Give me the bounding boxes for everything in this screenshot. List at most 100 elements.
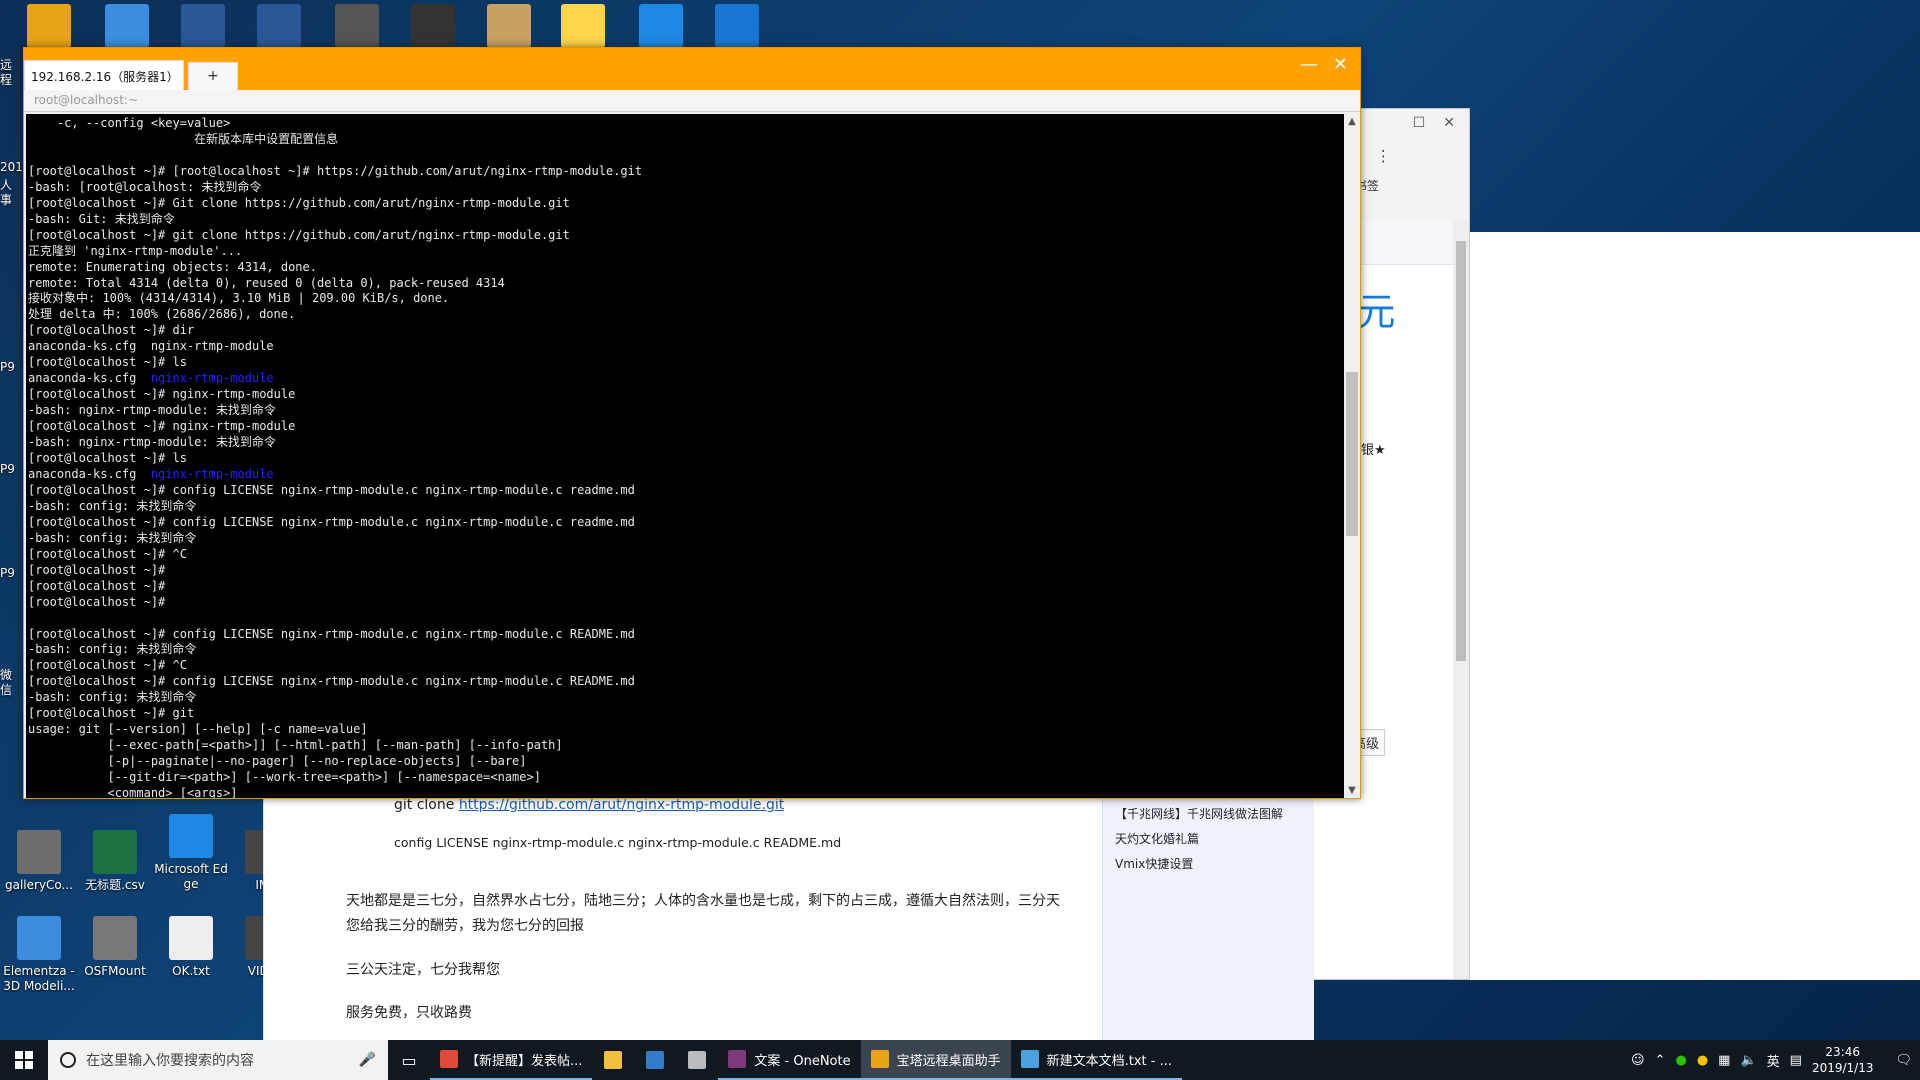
taskbar-app-label: 文案 - OneNote — [754, 1053, 851, 1069]
network-icon[interactable]: ▦ — [1718, 1053, 1730, 1068]
scrollbar-thumb[interactable] — [1456, 241, 1466, 661]
terminal-line: -bash: Git: 未找到命令 — [28, 211, 175, 226]
sidebar-link[interactable]: 天灼文化婚礼篇 — [1115, 830, 1302, 847]
terminal-line: -c, --config <key=value> — [28, 116, 231, 130]
desktop-side-label: P9 — [0, 462, 15, 476]
desktop-icon[interactable]: 无标题.csv — [76, 830, 154, 893]
desktop-icon[interactable] — [10, 4, 88, 52]
app-icon — [17, 830, 61, 874]
terminal-scrollbar[interactable]: ▲ ▼ — [1344, 114, 1360, 798]
menu-icon[interactable]: ⋮ — [1376, 147, 1391, 169]
app-tray-icon[interactable]: ● — [1697, 1053, 1708, 1068]
terminal-line: [root@localhost ~]# ls — [28, 451, 187, 466]
taskbar-app[interactable]: 文案 - OneNote — [718, 1040, 861, 1080]
desktop-icon[interactable]: galleryCo... — [0, 830, 78, 893]
desktop-icon[interactable]: Elementza - 3D Modeli... — [0, 916, 78, 994]
add-tab-button[interactable]: + — [188, 62, 238, 90]
desktop-icon[interactable] — [698, 4, 776, 52]
show-hidden-icons-icon[interactable]: ⌃ — [1655, 1053, 1666, 1068]
volume-icon[interactable]: 🔈 — [1740, 1053, 1756, 1068]
doc-paragraph-1b: 您给我三分的酬劳，我为您七分的回报 — [346, 918, 584, 934]
desktop-icon-label: Elementza - 3D Modeli... — [3, 964, 75, 993]
sidebar-link[interactable]: 【千兆网线】千兆网线做法图解 — [1115, 805, 1302, 822]
sidebar-link[interactable]: Vmix快捷设置 — [1115, 855, 1302, 872]
app-icon — [604, 1051, 623, 1069]
terminal-line: remote: Enumerating objects: 4314, done. — [28, 259, 317, 274]
desktop-icon-label: OSFMount — [84, 964, 146, 978]
desktop-icon[interactable] — [470, 4, 548, 52]
desktop-icon[interactable] — [318, 4, 396, 52]
calendar-icon[interactable]: ▤ — [1790, 1053, 1802, 1068]
taskbar-app[interactable]: 【新提醒】发表帖... — [430, 1040, 593, 1080]
terminal-scroll-thumb[interactable] — [1346, 372, 1358, 536]
close-icon[interactable]: ✕ — [1443, 115, 1455, 135]
app-icon — [411, 4, 455, 48]
terminal-line: [root@localhost ~]# nginx-rtmp-module — [28, 387, 296, 402]
terminal-line: [root@localhost ~]# nginx-rtmp-module — [28, 419, 296, 434]
maximize-icon[interactable]: ☐ — [1413, 115, 1426, 135]
app-icon — [17, 916, 61, 960]
terminal-titlebar: 192.168.2.16（服务器1） + — ✕ — [24, 48, 1360, 90]
desktop-icon[interactable] — [88, 4, 166, 52]
taskbar: 在这里输入你要搜索的内容 🎤 ▭ 【新提醒】发表帖... 文案 - OneNote… — [0, 1040, 1920, 1080]
taskbar-app[interactable] — [676, 1040, 718, 1080]
app-icon — [870, 1050, 889, 1068]
clock[interactable]: 23:46 2019/1/13 — [1812, 1044, 1874, 1076]
terminal-line: [--git-dir=<path>] [--work-tree=<path>] … — [28, 770, 541, 785]
terminal-line: 处理 delta 中: 100% (2686/2686), done. — [28, 307, 296, 322]
desktop-icon-label: 无标题.csv — [85, 878, 145, 892]
task-view-icon[interactable]: ▭ — [388, 1040, 430, 1080]
desktop-icon[interactable] — [164, 4, 242, 52]
doc-paragraph-2: 三公天注定，七分我帮您 — [346, 962, 500, 978]
desktop-icon[interactable]: OSFMount — [76, 916, 154, 979]
document-content: git clone https://github.com/arut/nginx-… — [264, 795, 1102, 1040]
terminal-line: -bash: config: 未找到命令 — [28, 642, 197, 657]
terminal-line: anaconda-ks.cfg nginx-rtmp-module — [28, 339, 274, 354]
start-button[interactable] — [0, 1040, 48, 1080]
desktop-side-label: 远程 — [0, 58, 13, 87]
terminal-line: -bash: [root@localhost: 未找到命令 — [28, 179, 262, 194]
remote-terminal-window[interactable]: 192.168.2.16（服务器1） + — ✕ root@localhost:… — [23, 47, 1361, 799]
browser-scrollbar[interactable] — [1453, 221, 1469, 979]
close-button[interactable]: ✕ — [1333, 54, 1348, 75]
taskbar-app-label: 【新提醒】发表帖... — [466, 1053, 583, 1069]
terminal-line: [root@localhost ~]# Git clone https://gi… — [28, 195, 570, 210]
desktop-icon[interactable] — [240, 4, 318, 52]
directory-name: nginx-rtmp-module — [150, 371, 274, 386]
app-icon — [688, 1051, 707, 1069]
desktop-icon[interactable] — [544, 4, 622, 52]
app-icon — [646, 1051, 665, 1069]
ime-indicator[interactable]: 英 — [1767, 1051, 1780, 1070]
scroll-up-icon[interactable]: ▲ — [1344, 116, 1360, 127]
app-icon — [257, 4, 301, 48]
terminal-output[interactable]: -c, --config <key=value> 在新版本库中设置配置信息 [r… — [26, 114, 1344, 798]
taskbar-app[interactable]: 新建文本文档.txt - ... — [1010, 1040, 1182, 1080]
desktop-icon[interactable] — [622, 4, 700, 52]
taskbar-app[interactable]: 宝塔远程桌面助手 — [860, 1040, 1011, 1080]
taskbar-search-box[interactable]: 在这里输入你要搜索的内容 🎤 — [48, 1040, 388, 1080]
taskbar-app[interactable] — [634, 1040, 676, 1080]
people-icon[interactable]: ☺ — [1631, 1053, 1645, 1068]
desktop-icon[interactable]: Microsoft Edge — [152, 814, 230, 892]
taskbar-app[interactable] — [592, 1040, 634, 1080]
minimize-button[interactable]: — — [1300, 54, 1318, 75]
scroll-down-icon[interactable]: ▼ — [1344, 785, 1360, 796]
desktop-icon[interactable] — [394, 4, 472, 52]
terminal-line: [root@localhost ~]# config LICENSE nginx… — [28, 674, 635, 689]
doc-paragraph-1: 天地都是是三七分，自然界水占七分，陆地三分；人体的含水量也是七成，剩下的占三成，… — [346, 893, 1060, 909]
desktop-icon[interactable]: OK.txt — [152, 916, 230, 979]
wechat-icon[interactable]: ● — [1675, 1053, 1686, 1068]
desktop-side-label: P9 — [0, 360, 15, 374]
app-icon — [728, 1050, 747, 1068]
terminal-line: anaconda-ks.cfg nginx-rtmp-module — [28, 466, 274, 481]
terminal-line: 接收对象中: 100% (4314/4314), 3.10 MiB | 209.… — [28, 291, 450, 306]
microphone-icon[interactable]: 🎤 — [359, 1052, 376, 1068]
terminal-line: [root@localhost ~]# config LICENSE nginx… — [28, 626, 635, 641]
taskbar-app-label: 新建文本文档.txt - ... — [1046, 1053, 1172, 1069]
notifications-icon[interactable]: 🗨 — [1895, 1053, 1912, 1068]
tab-server1[interactable]: 192.168.2.16（服务器1） — [24, 60, 184, 90]
doc-link[interactable]: https://github.com/arut/nginx-rtmp-modul… — [459, 797, 784, 813]
cortana-icon — [60, 1052, 76, 1068]
